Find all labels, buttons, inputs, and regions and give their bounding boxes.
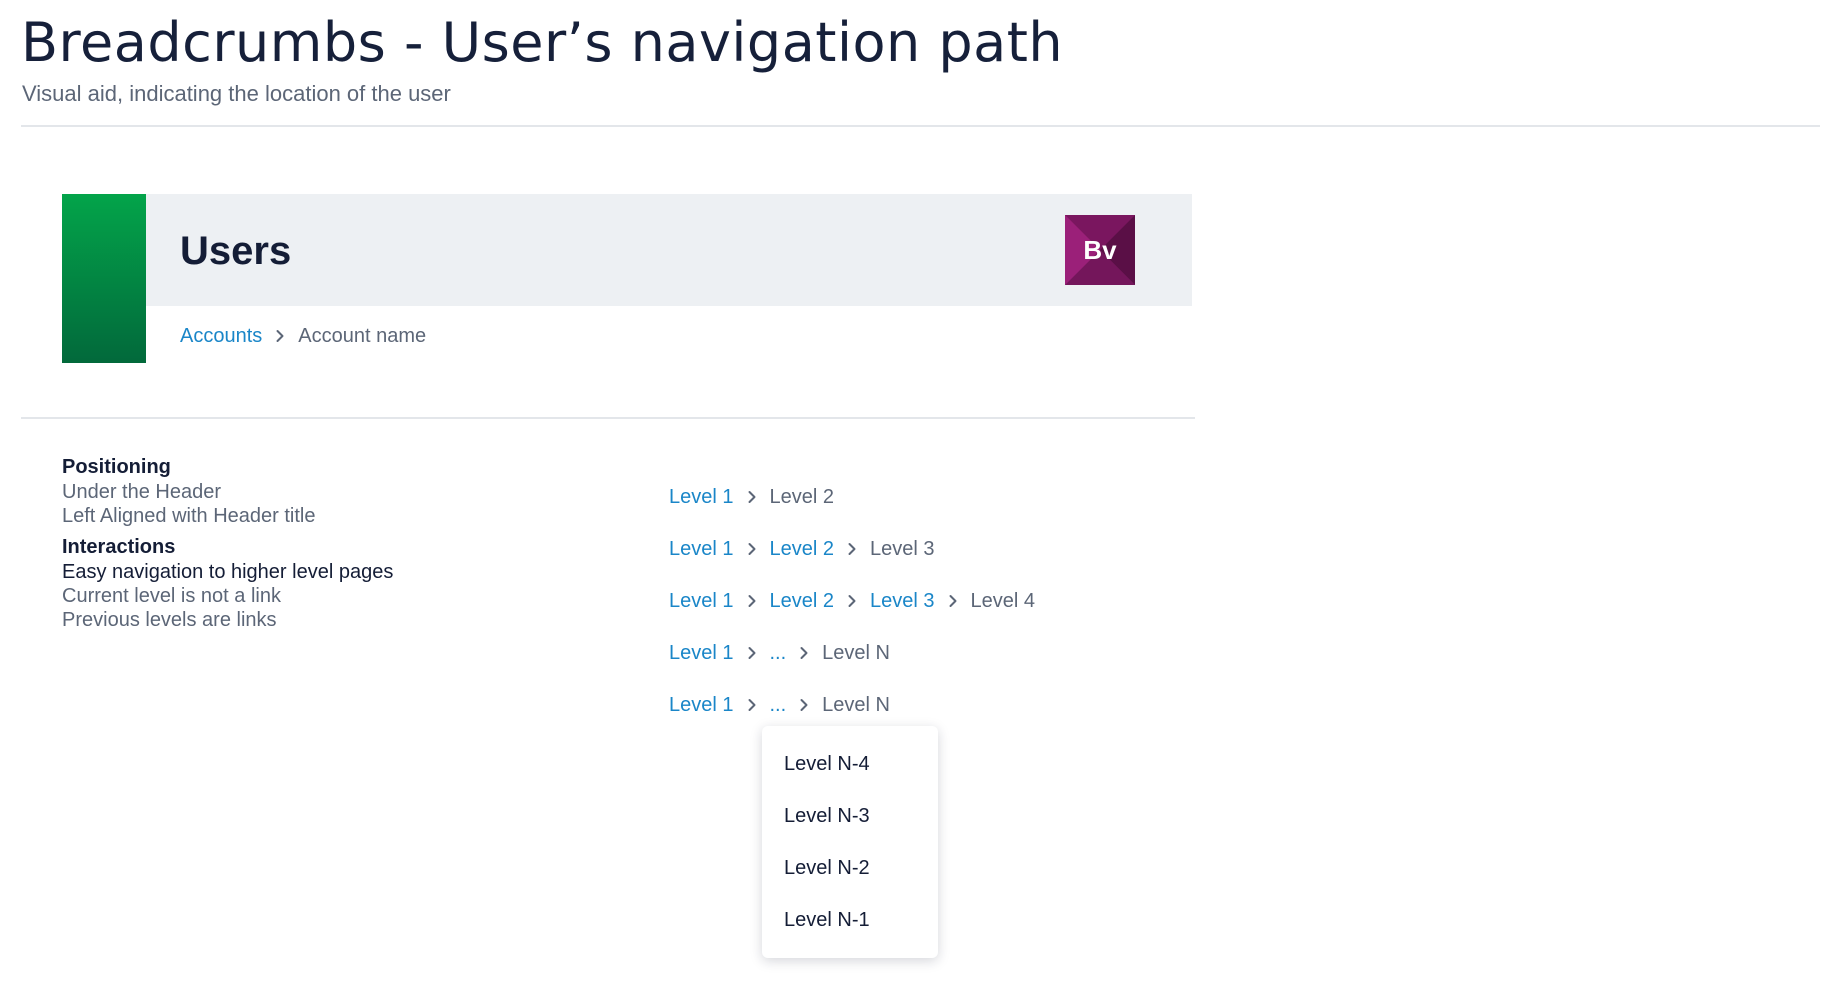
breadcrumb-link[interactable]: Level 2 <box>770 590 835 613</box>
dropdown-item[interactable]: Level N-3 <box>784 802 870 830</box>
divider <box>21 125 1820 127</box>
breadcrumb-link[interactable]: Level 2 <box>770 538 835 561</box>
example-header-bar <box>146 194 1192 306</box>
breadcrumb-example-5: Level 1 ... Level N <box>669 691 890 719</box>
chevron-right-icon <box>734 698 770 712</box>
breadcrumb-example-3: Level 1 Level 2 Level 3 Level 4 <box>669 587 1035 615</box>
breadcrumb-current: Level 2 <box>769 485 835 508</box>
breadcrumb-example-4: Level 1 ... Level N <box>669 639 890 667</box>
breadcrumb-link[interactable]: Level 1 <box>669 486 734 509</box>
guideline-text: Current level is not a link <box>62 585 281 607</box>
positioning-heading: Positioning <box>62 456 171 478</box>
guideline-text: Left Aligned with Header title <box>62 505 316 527</box>
header-title: Users <box>180 229 292 273</box>
guideline-text: Under the Header <box>62 481 221 503</box>
chevron-right-icon <box>935 594 971 608</box>
breadcrumb-link[interactable]: Level 1 <box>669 538 734 561</box>
breadcrumb-current: Account name <box>298 324 427 347</box>
dropdown-item[interactable]: Level N-4 <box>784 750 870 778</box>
chevron-right-icon <box>734 490 770 504</box>
breadcrumb-ellipsis[interactable]: ... <box>770 694 787 717</box>
chevron-right-icon <box>734 646 770 660</box>
chevron-right-icon <box>734 594 770 608</box>
app-logo: Bv <box>1065 215 1135 285</box>
breadcrumb-example-1: Level 1 Level 2 <box>669 483 834 511</box>
chevron-right-icon <box>734 542 770 556</box>
breadcrumb-current: Level N <box>822 641 890 664</box>
guideline-text: Previous levels are links <box>62 609 277 631</box>
breadcrumb-link[interactable]: Level 3 <box>870 590 935 613</box>
page-title: Breadcrumbs - User’s navigation path <box>21 11 1064 74</box>
divider <box>21 417 1195 419</box>
breadcrumb-link[interactable]: Level 1 <box>669 694 734 717</box>
breadcrumb-current: Level 3 <box>870 537 935 560</box>
breadcrumb-link[interactable]: Level 1 <box>669 642 734 665</box>
breadcrumb-link[interactable]: Level 1 <box>669 590 734 613</box>
breadcrumb-ellipsis[interactable]: ... <box>770 642 787 665</box>
breadcrumb-current: Level 4 <box>970 589 1036 612</box>
chevron-right-icon <box>262 329 298 343</box>
page-subtitle: Visual aid, indicating the location of t… <box>22 81 451 106</box>
header-breadcrumb: Accounts Account name <box>180 322 426 350</box>
interactions-heading: Interactions <box>62 536 176 558</box>
guideline-text: Easy navigation to higher level pages <box>62 561 394 583</box>
dropdown-item[interactable]: Level N-1 <box>784 906 870 934</box>
chevron-right-icon <box>834 594 870 608</box>
app-logo-text: Bv <box>1083 235 1117 265</box>
chevron-right-icon <box>786 646 822 660</box>
guidelines: Positioning Under the Header Left Aligne… <box>62 454 622 632</box>
breadcrumb-link[interactable]: Accounts <box>180 325 262 348</box>
brand-strip <box>62 194 146 363</box>
chevron-right-icon <box>786 698 822 712</box>
hidden-levels-dropdown: Level N-4 Level N-3 Level N-2 Level N-1 <box>762 726 938 958</box>
breadcrumb-example-2: Level 1 Level 2 Level 3 <box>669 535 935 563</box>
breadcrumb-current: Level N <box>822 693 890 716</box>
chevron-right-icon <box>834 542 870 556</box>
dropdown-item[interactable]: Level N-2 <box>784 854 870 882</box>
